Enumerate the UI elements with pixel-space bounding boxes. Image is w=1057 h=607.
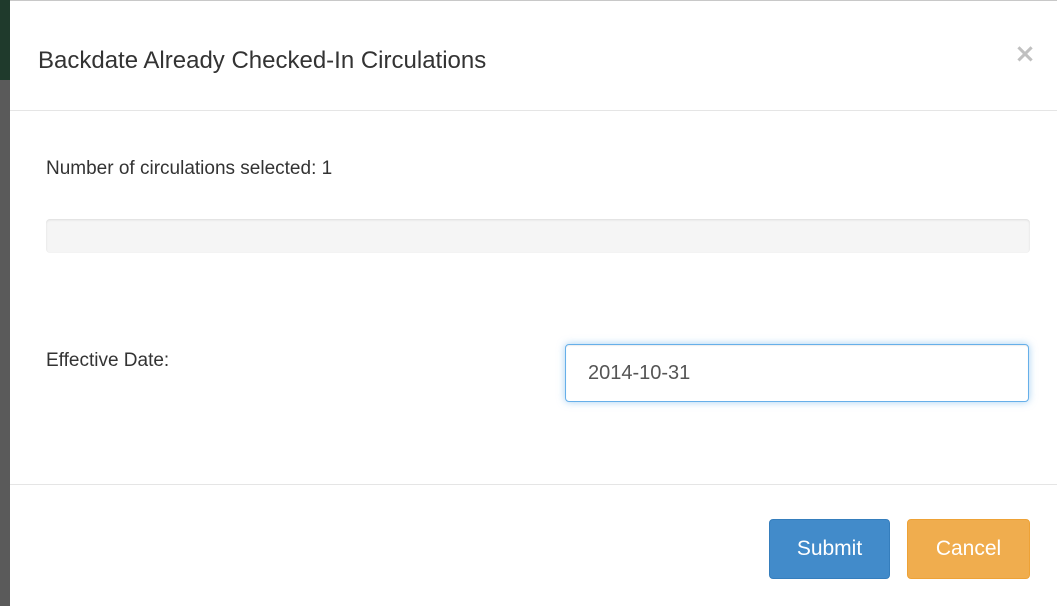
dialog-footer: Submit Cancel <box>10 484 1057 607</box>
progress-bar <box>46 219 1030 253</box>
dialog-body: Number of circulations selected: 1 Effec… <box>10 111 1057 484</box>
effective-date-input[interactable] <box>565 344 1029 402</box>
cancel-button[interactable]: Cancel <box>907 519 1030 579</box>
page-backdrop <box>0 0 10 606</box>
circulation-count-text: Number of circulations selected: 1 <box>46 158 333 179</box>
backdate-dialog: Backdate Already Checked-In Circulations… <box>10 0 1057 606</box>
dialog-header: Backdate Already Checked-In Circulations… <box>10 1 1057 111</box>
page-backdrop-header <box>0 0 10 80</box>
dialog-title: Backdate Already Checked-In Circulations <box>38 47 487 74</box>
effective-date-label: Effective Date: <box>46 350 170 371</box>
close-icon[interactable]: × <box>1013 39 1037 69</box>
submit-button[interactable]: Submit <box>769 519 890 579</box>
